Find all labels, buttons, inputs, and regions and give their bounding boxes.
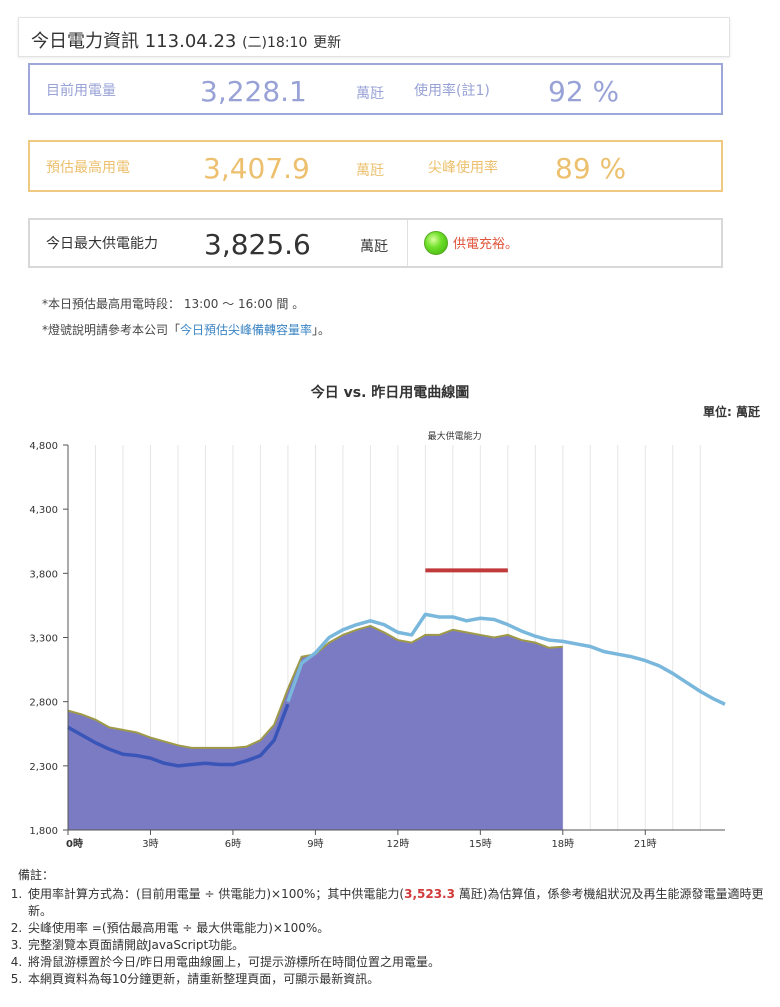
current-usage-label: 目前用電量 <box>46 83 116 99</box>
remark-item: 完整瀏覽本頁面請開啟JavaScript功能。 <box>26 937 772 954</box>
light-note-suffix: 」。 <box>312 323 331 337</box>
header-time: 18:10 <box>267 35 308 51</box>
peak-usage-value: 3,407.9 <box>203 152 310 185</box>
reserve-rate-link[interactable]: 今日預估尖峰備轉容量率 <box>180 323 312 337</box>
remark-1-prefix: 使用率計算方式為：(目前用電量 ÷ 供電能力)×100%；其中供電能力( <box>28 887 405 901</box>
y-tick-label: 4,300 <box>29 505 58 516</box>
usage-rate-label: 使用率(註1) <box>414 83 490 99</box>
y-tick-label: 3,300 <box>29 634 58 645</box>
light-note: *燈號說明請參考本公司「今日預估尖峰備轉容量率」。 <box>42 321 330 338</box>
peak-usage-unit: 萬瓩 <box>356 163 384 179</box>
remark-item: 尖峰使用率 =(預估最高用電 ÷ 最大供電能力)×100%。 <box>26 920 772 937</box>
today-area <box>68 625 563 830</box>
current-usage-value: 3,228.1 <box>200 75 307 108</box>
chart-title: 今日 vs. 昨日用電曲線圖 <box>310 385 470 401</box>
header-date: 113.04.23 <box>144 31 237 52</box>
x-tick-label: 3時 <box>142 838 158 850</box>
y-tick-label: 4,800 <box>29 441 58 452</box>
header-update: 更新 <box>313 35 342 51</box>
y-tick-label: 2,300 <box>29 762 58 773</box>
peak-usage-box: 預估最高用電 3,407.9 萬瓩 尖峰使用率 89 % <box>28 140 723 192</box>
page-header: 今日電力資訊 113.04.23 (二)18:10 更新 <box>18 17 730 57</box>
supply-capacity-box: 今日最大供電能力 3,825.6 萬瓩 供電充裕。 <box>28 218 723 268</box>
remark-1-capacity: 3,523.3 <box>404 887 455 901</box>
x-tick-label: 15時 <box>469 838 492 850</box>
y-tick-label: 3,800 <box>29 569 58 580</box>
remark-item: 將滑鼠游標置於今日/昨日用電曲線圖上，可提示游標所在時間位置之用電量。 <box>26 954 772 971</box>
remarks: 備註： 使用率計算方式為：(目前用電量 ÷ 供電能力)×100%；其中供電能力(… <box>8 867 772 988</box>
divider <box>407 220 408 266</box>
y-tick-label: 1,800 <box>29 826 58 837</box>
peak-rate-value: 89 % <box>555 152 627 185</box>
light-note-prefix: *燈號說明請參考本公司「 <box>42 323 181 337</box>
green-light-icon <box>424 231 448 255</box>
x-tick-label: 0時 <box>66 837 83 850</box>
x-tick-label: 6時 <box>225 838 241 850</box>
current-usage-unit: 萬瓩 <box>356 86 384 102</box>
header-weekday: (二) <box>242 35 268 51</box>
peak-rate-label: 尖峰使用率 <box>428 160 498 176</box>
supply-capacity-value: 3,825.6 <box>204 228 311 261</box>
current-usage-box: 目前用電量 3,228.1 萬瓩 使用率(註1) 92 % <box>28 63 723 115</box>
peak-usage-label: 預估最高用電 <box>46 160 130 176</box>
supply-capacity-unit: 萬瓩 <box>360 239 388 255</box>
x-tick-label: 9時 <box>307 838 323 850</box>
y-tick-label: 2,800 <box>29 698 58 709</box>
peak-time-note: *本日預估最高用電時段： 13:00 ～ 16:00 間 。 <box>42 297 305 311</box>
chart-unit: 單位: 萬瓩 <box>703 405 760 419</box>
x-tick-label: 18時 <box>551 838 574 850</box>
remark-item: 本網頁資料為每10分鐘更新，請重新整理頁面，可顯示最新資訊。 <box>26 971 772 988</box>
supply-capacity-label: 今日最大供電能力 <box>46 236 158 252</box>
supply-status: 供電充裕。 <box>453 237 519 252</box>
x-tick-label: 12時 <box>387 838 410 850</box>
power-usage-chart[interactable]: 1,800 2,300 2,800 3,300 3,800 4,300 4,800 最大供電能… <box>0 425 780 860</box>
remark-item: 使用率計算方式為：(目前用電量 ÷ 供電能力)×100%；其中供電能力(3,52… <box>26 886 772 920</box>
usage-rate-value: 92 % <box>548 75 620 108</box>
header-title: 今日電力資訊 <box>31 31 139 52</box>
x-tick-label: 21時 <box>634 838 657 850</box>
capacity-annotation: 最大供電能力 <box>428 430 482 442</box>
remarks-title: 備註： <box>18 868 55 882</box>
